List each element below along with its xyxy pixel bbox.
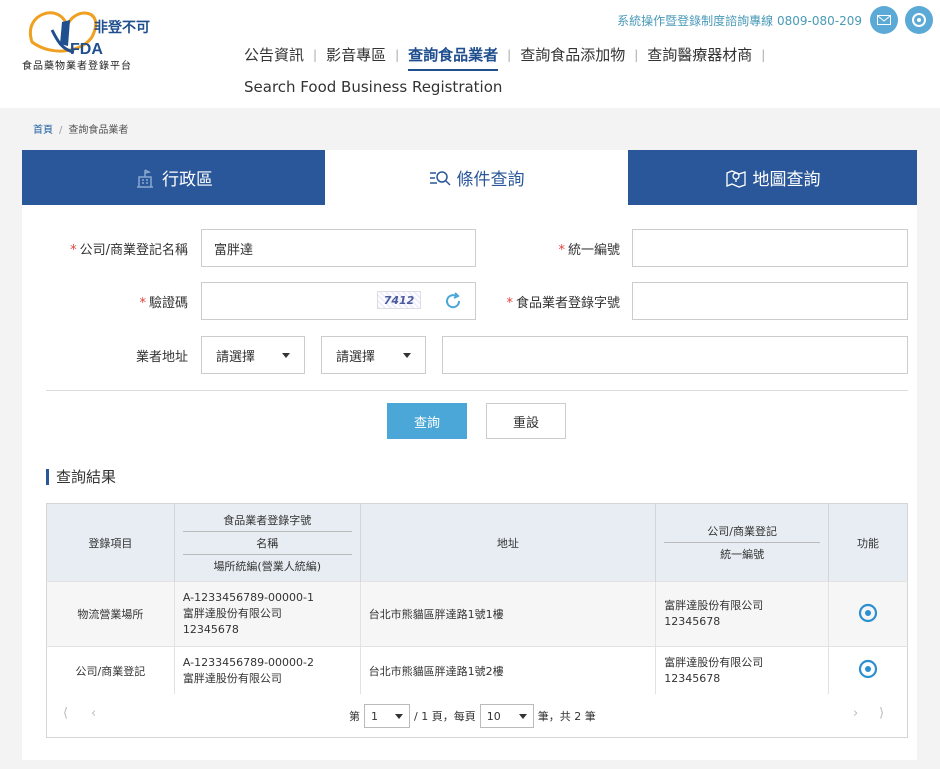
tab-district[interactable]: 行政區	[22, 150, 325, 205]
hotline-text: 系統操作暨登錄制度諮詢專線 0809-080-209	[617, 14, 862, 28]
prev-page-button[interactable]: ‹	[91, 706, 96, 721]
chevron-down-icon	[403, 352, 411, 358]
tab-map[interactable]: 地圖查詢	[628, 150, 917, 205]
col-item: 登錄項目	[46, 503, 175, 582]
tax-id-label: * 統一編號	[558, 243, 620, 258]
tax-id-input[interactable]	[632, 229, 908, 267]
table-row: 物流營業場所 A-1233456789-00000-1 富胖達股份有限公司 12…	[46, 581, 908, 647]
site-header: FDA 非登不可 食品藥物業者登錄平台 系統操作暨登錄制度諮詢專線 0809-0…	[0, 0, 940, 108]
support-icon[interactable]	[905, 6, 933, 34]
col-reg-name: 食品業者登錄字號 名稱 場所統編(營業人統編)	[174, 503, 361, 582]
nav-media[interactable]: 影音專區	[326, 44, 386, 65]
page-subtitle: Search Food Business Registration	[244, 78, 503, 96]
last-page-button[interactable]: ⟩	[879, 706, 884, 721]
chevron-down-icon	[518, 713, 527, 719]
reg-no-label: * 食品業者登錄字號	[506, 296, 620, 311]
view-eye-icon[interactable]	[858, 659, 878, 679]
district-select[interactable]: 請選擇	[321, 336, 426, 374]
pagination-controls: 第 1 / 1 頁，每頁 10 筆，共 2 筆	[349, 704, 596, 728]
search-button[interactable]: 查詢	[387, 403, 467, 439]
logo-caption: 食品藥物業者登錄平台	[22, 61, 132, 72]
view-eye-icon[interactable]	[858, 603, 878, 623]
next-page-button[interactable]: ›	[853, 706, 858, 721]
address-label: 業者地址	[135, 350, 188, 365]
building-icon	[134, 167, 156, 189]
captcha-label: * 驗證碼	[139, 296, 188, 311]
nav-food-additives[interactable]: 查詢食品添加物	[520, 44, 625, 65]
first-page-button[interactable]: ⟨	[63, 706, 68, 721]
table-row: 公司/商業登記 A-1233456789-00000-2 富胖達股份有限公司 台…	[46, 646, 908, 695]
form-divider	[46, 390, 908, 391]
pagination: ⟨ ‹ 第 1 / 1 頁，每頁 10 筆，共 2 筆 › ⟩	[46, 694, 908, 738]
city-select[interactable]: 請選擇	[201, 336, 305, 374]
captcha-image: 7412	[377, 291, 421, 309]
company-name-input[interactable]: 富胖達	[201, 229, 476, 267]
captcha-input[interactable]	[201, 282, 476, 320]
map-icon	[725, 167, 747, 189]
reg-no-input[interactable]	[632, 282, 908, 320]
breadcrumb: 首頁 / 查詢食品業者	[33, 125, 129, 136]
search-tabs: 行政區 條件查詢 地圖查詢	[22, 150, 917, 205]
page-select[interactable]: 1	[364, 704, 410, 728]
chevron-down-icon	[395, 713, 403, 719]
svg-text:非登不可: 非登不可	[94, 19, 150, 36]
tab-criteria[interactable]: 條件查詢	[325, 150, 628, 205]
svg-text:FDA: FDA	[70, 41, 103, 58]
main-nav: 公告資訊 | 影音專區 | 查詢食品業者 | 查詢食品添加物 | 查詢醫療器材商…	[244, 44, 766, 71]
results-title: 查詢結果	[46, 469, 116, 485]
col-company: 公司/商業登記 統一編號	[655, 503, 830, 582]
nav-food-business[interactable]: 查詢食品業者	[408, 44, 499, 71]
col-action: 功能	[828, 503, 908, 582]
col-address: 地址	[360, 503, 657, 582]
address-input[interactable]	[442, 336, 908, 374]
company-name-label: * 公司/商業登記名稱	[70, 243, 188, 258]
mail-icon[interactable]	[870, 6, 898, 34]
per-page-select[interactable]: 10	[479, 704, 534, 728]
reset-button[interactable]: 重設	[486, 403, 566, 439]
search-list-icon	[429, 168, 451, 188]
breadcrumb-home[interactable]: 首頁	[33, 125, 53, 136]
nav-announcements[interactable]: 公告資訊	[244, 44, 304, 65]
breadcrumb-current: 查詢食品業者	[68, 125, 129, 136]
nav-medical-devices[interactable]: 查詢醫療器材商	[647, 44, 752, 65]
refresh-captcha-icon[interactable]	[443, 291, 463, 311]
results-table: 登錄項目 食品業者登錄字號 名稱 場所統編(營業人統編) 地址 公司/商業登記 …	[46, 503, 908, 695]
chevron-down-icon	[282, 352, 290, 358]
